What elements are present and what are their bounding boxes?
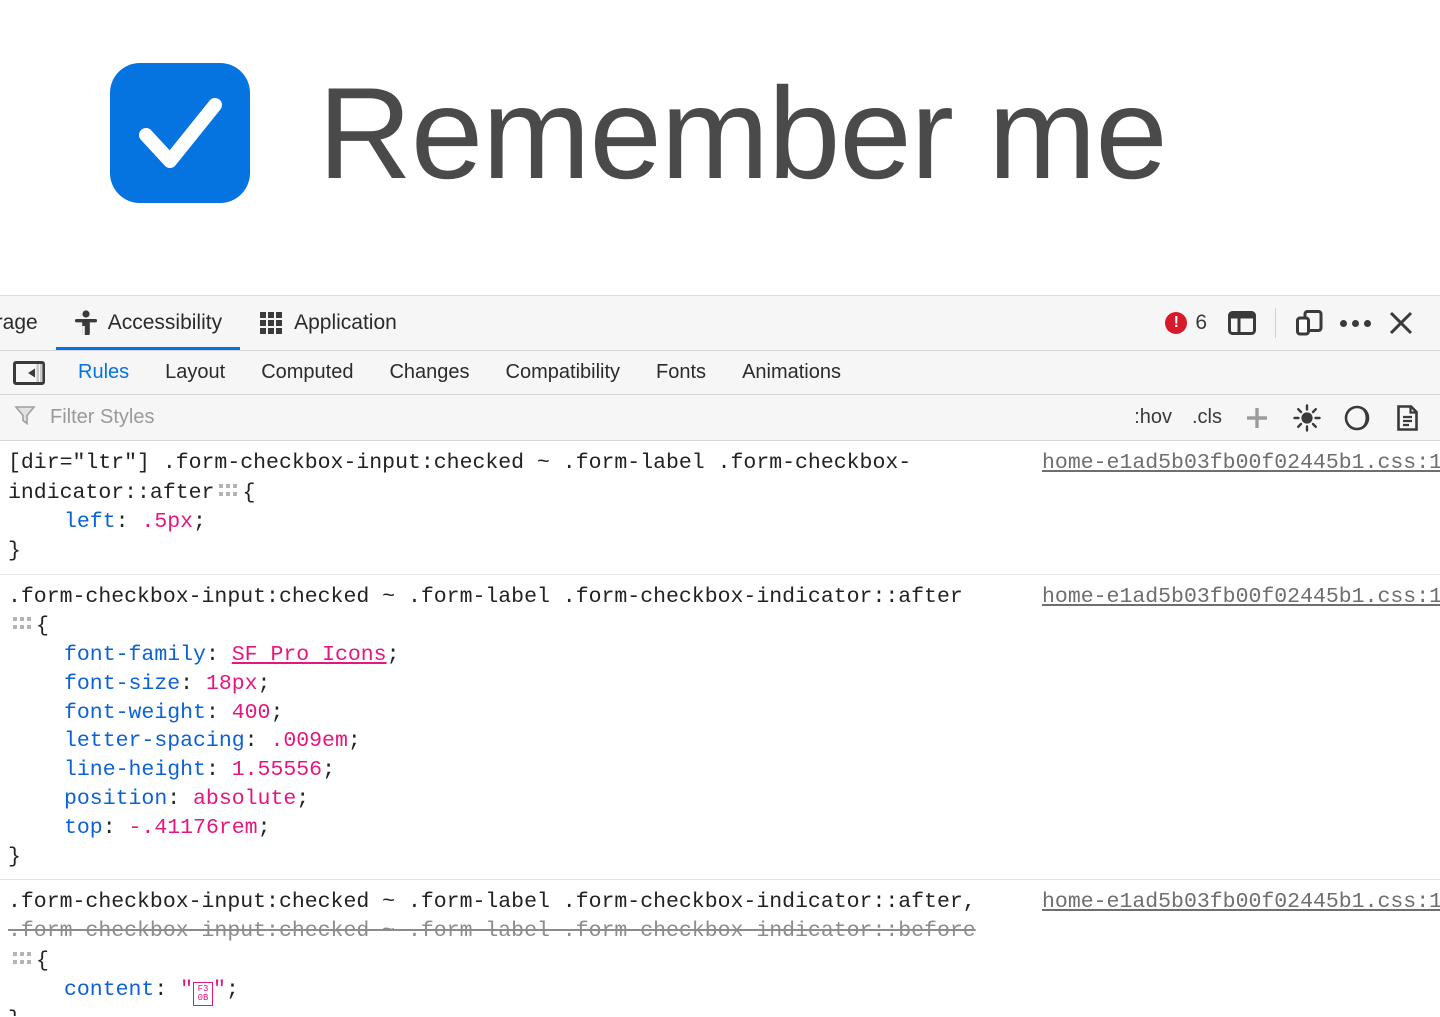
- rule-open-brace-row[interactable]: {: [0, 946, 1440, 976]
- css-rule-block[interactable]: home-e1ad5b03fb00f02445b1.css:1 [dir="lt…: [0, 441, 1440, 575]
- rule-drag-handle-icon[interactable]: [219, 478, 238, 497]
- missing-glyph-box: F3 0B: [193, 981, 214, 1006]
- rule-source-link[interactable]: home-e1ad5b03fb00f02445b1.css:1: [1042, 888, 1440, 917]
- rule-source-link[interactable]: home-e1ad5b03fb00f02445b1.css:1: [1042, 583, 1440, 612]
- styles-subtabbar: Rules Layout Computed Changes Compatibil…: [0, 351, 1440, 396]
- css-declaration[interactable]: content: " F3 0B ";: [0, 976, 1440, 1006]
- filter-actions: :hov .cls: [1126, 395, 1430, 441]
- search-input[interactable]: [48, 405, 1127, 431]
- devtools-panel: orage Accessibility: [0, 296, 1440, 1016]
- tab-storage-label: orage: [0, 311, 38, 335]
- tab-storage[interactable]: orage: [0, 296, 56, 350]
- error-exclamation-icon: !: [1165, 312, 1188, 335]
- toolbar-divider: [1275, 308, 1276, 339]
- dock-layout-icon[interactable]: [1219, 300, 1265, 346]
- subtab-animations[interactable]: Animations: [724, 361, 859, 384]
- subtab-changes[interactable]: Changes: [371, 361, 487, 384]
- checkmark-icon: [139, 98, 222, 168]
- filter-group: [14, 404, 1127, 431]
- rule-drag-handle-icon[interactable]: [13, 946, 31, 965]
- toggle-class-editor-button[interactable]: .cls: [1184, 406, 1230, 429]
- tab-application-label: Application: [294, 311, 397, 335]
- rule-source-link[interactable]: home-e1ad5b03fb00f02445b1.css:1: [1042, 449, 1440, 478]
- accessibility-person-icon: [74, 310, 98, 336]
- css-declaration[interactable]: left: .5px;: [0, 508, 1440, 537]
- devtools-tabbar: orage Accessibility: [0, 296, 1440, 352]
- rule-close-brace: }: [8, 538, 21, 563]
- subtab-rules[interactable]: Rules: [60, 361, 147, 384]
- remember-me-checkbox-row[interactable]: Remember me: [0, 0, 1440, 203]
- tab-application[interactable]: Application: [240, 296, 415, 350]
- print-styles-document-icon[interactable]: [1384, 395, 1430, 441]
- tab-accessibility-label: Accessibility: [107, 311, 223, 335]
- add-rule-icon[interactable]: [1234, 395, 1280, 441]
- rule-drag-handle-icon[interactable]: [13, 611, 31, 630]
- css-declaration[interactable]: letter-spacing: .009em;: [0, 727, 1440, 756]
- error-count-badge[interactable]: ! 6: [1161, 311, 1219, 335]
- rule-close-brace: }: [0, 1006, 1440, 1016]
- subtab-fonts[interactable]: Fonts: [638, 361, 724, 384]
- css-rules-pane[interactable]: home-e1ad5b03fb00f02445b1.css:1 [dir="lt…: [0, 441, 1440, 1016]
- css-declaration[interactable]: line-height: 1.55556;: [0, 756, 1440, 785]
- device-toolbar-icon[interactable]: [1286, 300, 1332, 346]
- application-grid-icon: [258, 310, 284, 336]
- rule-selector-inactive[interactable]: .form-checkbox-input:checked ~ .form-lab…: [0, 917, 1440, 946]
- tab-accessibility[interactable]: Accessibility: [55, 296, 241, 351]
- toggle-pseudo-hover-button[interactable]: :hov: [1126, 406, 1180, 429]
- css-declaration[interactable]: top: -.41176rem;: [0, 814, 1440, 843]
- subtab-computed[interactable]: Computed: [243, 361, 371, 384]
- more-options-icon[interactable]: [1332, 300, 1378, 346]
- css-rule-block[interactable]: home-e1ad5b03fb00f02445b1.css:1 .form-ch…: [0, 575, 1440, 881]
- form-label: Remember me: [318, 60, 1168, 206]
- css-rule-block[interactable]: home-e1ad5b03fb00f02445b1.css:1 .form-ch…: [0, 880, 1440, 1016]
- error-count-label: 6: [1195, 311, 1207, 335]
- css-declaration[interactable]: font-size: 18px;: [0, 670, 1440, 699]
- form-checkbox-indicator[interactable]: [110, 63, 250, 203]
- rule-open-brace-row[interactable]: {: [0, 611, 1440, 641]
- web-page-content: Remember me: [0, 0, 1440, 296]
- subtab-compatibility[interactable]: Compatibility: [488, 361, 638, 384]
- rule-close-brace: }: [8, 844, 21, 869]
- subtab-layout[interactable]: Layout: [147, 361, 243, 384]
- devtools-tab-list: orage Accessibility: [0, 296, 1161, 351]
- css-declaration[interactable]: position: absolute;: [0, 785, 1440, 814]
- devtools-tabbar-actions: ! 6: [1161, 300, 1430, 346]
- filter-funnel-icon: [14, 404, 36, 431]
- css-declaration[interactable]: font-family: SF Pro Icons;: [0, 641, 1440, 670]
- close-icon[interactable]: [1378, 300, 1424, 346]
- light-mode-sun-icon[interactable]: [1284, 395, 1330, 441]
- dark-mode-moon-icon[interactable]: [1334, 395, 1380, 441]
- css-declaration[interactable]: font-weight: 400;: [0, 699, 1440, 728]
- collapse-sidebar-icon[interactable]: [12, 360, 46, 386]
- styles-filter-bar: :hov .cls: [0, 395, 1440, 442]
